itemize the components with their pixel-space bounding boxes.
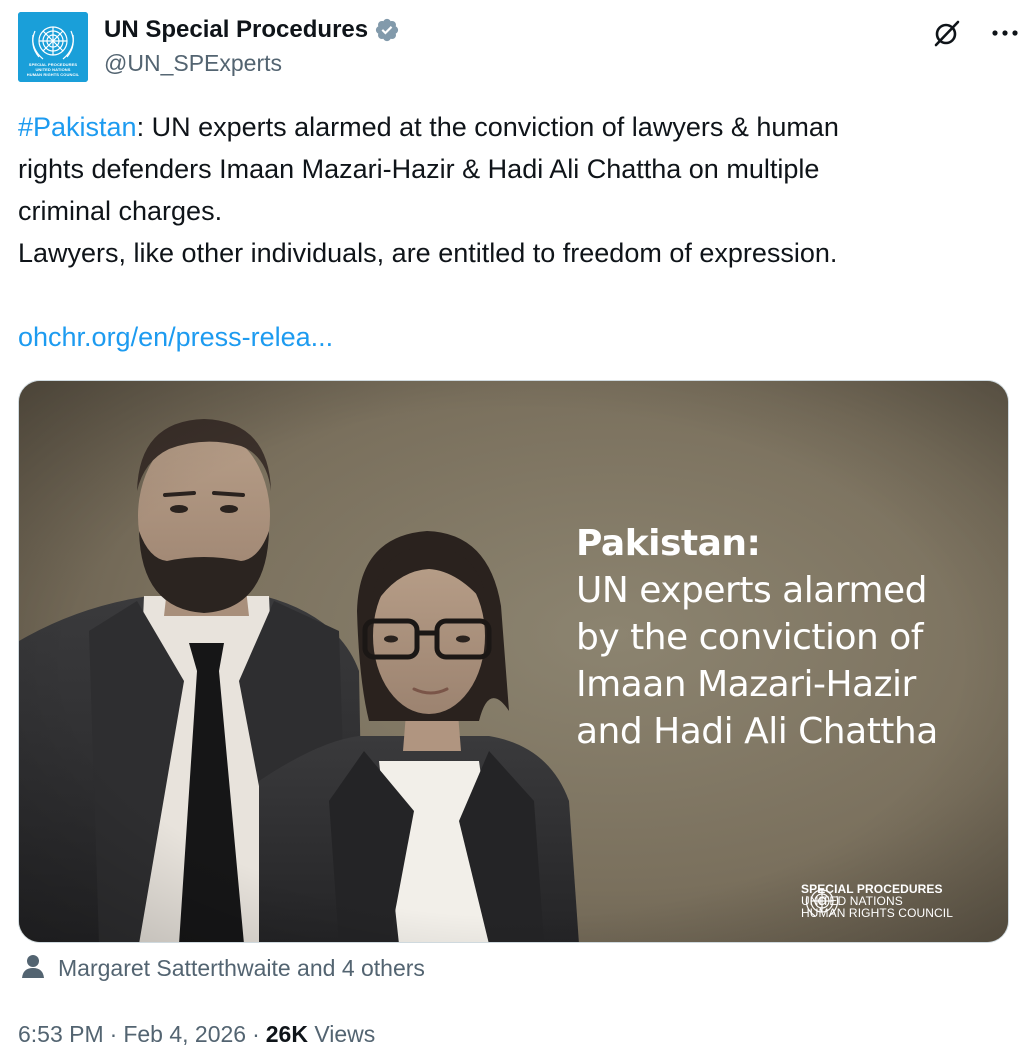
- tagged-users-text[interactable]: Margaret Satterthwaite and 4 others: [58, 952, 425, 984]
- image-body-line: and Hadi Ali Chattha: [576, 711, 938, 752]
- avatar[interactable]: SPECIAL PROCEDURES UNITED NATIONS HUMAN …: [18, 12, 88, 82]
- image-body-text: UN experts alarmed by the conviction of …: [576, 567, 996, 755]
- image-body-line: Imaan Mazari-Hazir: [576, 664, 916, 705]
- avatar-caption: SPECIAL PROCEDURES UNITED NATIONS HUMAN …: [26, 62, 80, 77]
- meta-separator: ·: [109, 1021, 118, 1047]
- handle[interactable]: @UN_SPExperts: [104, 48, 400, 78]
- header-actions: [930, 16, 1022, 50]
- display-name-row: UN Special Procedures: [104, 14, 400, 46]
- post-header: SPECIAL PROCEDURES UNITED NATIONS HUMAN …: [18, 12, 1022, 82]
- image-body-line: by the conviction of: [576, 617, 923, 658]
- post-line-3: criminal charges.: [18, 196, 223, 226]
- grok-icon[interactable]: [930, 16, 964, 50]
- image-heading: Pakistan:: [576, 523, 761, 564]
- name-block: UN Special Procedures @UN_SPExperts: [104, 14, 400, 78]
- post-date[interactable]: Feb 4, 2026: [123, 1021, 246, 1047]
- image-body-line: UN experts alarmed: [576, 570, 928, 611]
- special-procedures-logo: SPECIAL PROCEDURES UNITED NATIONS HUMAN …: [801, 883, 953, 919]
- person-icon: [20, 953, 46, 984]
- hashtag-link[interactable]: #Pakistan: [18, 112, 137, 142]
- views-count[interactable]: 26K: [266, 1021, 308, 1047]
- verified-badge-icon[interactable]: [374, 17, 400, 43]
- more-icon[interactable]: [988, 16, 1022, 50]
- tagged-users[interactable]: Margaret Satterthwaite and 4 others: [20, 952, 425, 984]
- post-line-4: Lawyers, like other individuals, are ent…: [18, 238, 838, 268]
- press-release-link[interactable]: ohchr.org/en/press-relea...: [18, 322, 333, 352]
- display-name[interactable]: UN Special Procedures: [104, 14, 368, 46]
- post-image[interactable]: Pakistan: UN experts alarmed by the conv…: [18, 380, 1009, 943]
- meta-separator: ·: [252, 1021, 260, 1047]
- post-line-1-text: : UN experts alarmed at the conviction o…: [136, 112, 839, 142]
- post-time[interactable]: 6:53 PM: [18, 1021, 104, 1047]
- views-label: Views: [314, 1021, 376, 1047]
- post-text: #Pakistan: UN experts alarmed at the con…: [18, 106, 1008, 358]
- post-meta: 6:53 PM · Feb 4, 2026 · 26K Views: [18, 1018, 375, 1050]
- link-line: ohchr.org/en/press-relea...: [18, 316, 1008, 358]
- post-line-1: #Pakistan: UN experts alarmed at the con…: [18, 106, 1008, 148]
- un-emblem-icon: [805, 889, 839, 917]
- post-line-2: rights defenders Imaan Mazari-Hazir & Ha…: [18, 154, 820, 184]
